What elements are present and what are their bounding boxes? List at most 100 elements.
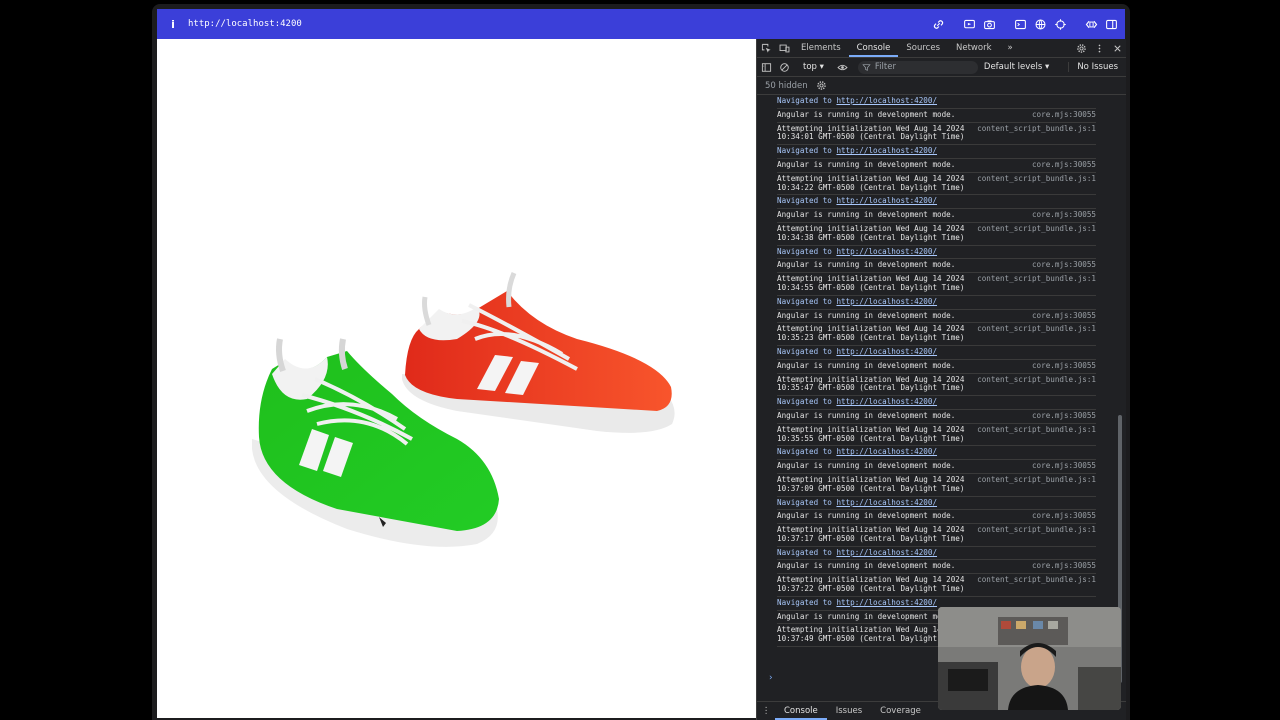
source-link[interactable]: core.mjs:30055 bbox=[1032, 411, 1096, 421]
console-scrollbar[interactable] bbox=[1118, 95, 1122, 684]
camera-icon[interactable] bbox=[980, 15, 999, 33]
webcam-overlay bbox=[938, 607, 1121, 710]
source-link[interactable]: content_script_bundle.js:1 bbox=[977, 475, 1096, 494]
message-text: Attempting initialization Wed Aug 14 202… bbox=[777, 173, 965, 192]
sidebar-toggle-icon[interactable] bbox=[757, 62, 775, 73]
settings-gear-icon[interactable] bbox=[1072, 39, 1090, 57]
close-icon[interactable] bbox=[1108, 39, 1126, 57]
nav-link[interactable]: http://localhost:4200/ bbox=[836, 598, 937, 607]
funnel-icon bbox=[862, 63, 871, 71]
source-link[interactable]: content_script_bundle.js:1 bbox=[977, 224, 1096, 243]
console-log-message: Angular is running in development mode. c… bbox=[777, 460, 1096, 474]
console-settings-gear-icon[interactable] bbox=[816, 80, 827, 91]
drawer-menu-icon[interactable]: ⋮ bbox=[757, 706, 775, 716]
console-log-message: Angular is running in development mode. c… bbox=[777, 360, 1096, 374]
log-levels-dropdown[interactable]: Default levels ▾ bbox=[984, 62, 1049, 72]
source-link[interactable]: content_script_bundle.js:1 bbox=[977, 124, 1096, 143]
drawer-tab-console[interactable]: Console bbox=[775, 702, 827, 720]
kebab-menu-icon[interactable] bbox=[1090, 39, 1108, 57]
console-log-message: Angular is running in development mode. c… bbox=[777, 159, 1096, 173]
nav-prefix: Navigated to bbox=[777, 196, 837, 206]
source-link[interactable]: core.mjs:30055 bbox=[1032, 261, 1096, 270]
more-tabs-button[interactable]: » bbox=[1000, 39, 1021, 57]
eye-icon[interactable] bbox=[834, 62, 852, 73]
console-log-message: Attempting initialization Wed Aug 14 202… bbox=[777, 574, 1096, 597]
nav-prefix: Navigated to bbox=[777, 547, 837, 557]
source-link[interactable]: content_script_bundle.js:1 bbox=[977, 575, 1096, 594]
crosshair-icon[interactable] bbox=[1051, 15, 1070, 33]
nav-link[interactable]: http://localhost:4200/ bbox=[836, 146, 937, 155]
console-nav-message: Navigated to http://localhost:4200/ bbox=[777, 145, 1096, 159]
source-link[interactable]: content_script_bundle.js:1 bbox=[977, 375, 1096, 394]
source-link[interactable]: core.mjs:30055 bbox=[1032, 311, 1096, 321]
inspect-element-icon[interactable] bbox=[757, 39, 775, 57]
message-text: Navigated to http://localhost:4200/ bbox=[777, 447, 1096, 457]
console-log-message: Angular is running in development mode. c… bbox=[777, 560, 1096, 575]
nav-prefix: Navigated to bbox=[777, 146, 837, 156]
red-shoe bbox=[402, 271, 675, 433]
sidebar-icon[interactable] bbox=[1102, 15, 1121, 33]
nav-link[interactable]: http://localhost:4200/ bbox=[836, 247, 937, 256]
drawer-tab-issues[interactable]: Issues bbox=[827, 702, 871, 720]
source-link[interactable]: core.mjs:30055 bbox=[1032, 160, 1096, 170]
message-text: Angular is running in development mode. bbox=[777, 410, 956, 420]
message-text: Angular is running in development mode. bbox=[777, 561, 956, 571]
device-toolbar-icon[interactable] bbox=[775, 39, 793, 57]
screen-record-icon[interactable] bbox=[960, 15, 979, 33]
source-link[interactable]: core.mjs:30055 bbox=[1032, 461, 1096, 471]
drawer-tab-coverage[interactable]: Coverage bbox=[871, 702, 930, 720]
info-icon[interactable]: i bbox=[160, 18, 186, 31]
source-link[interactable]: content_script_bundle.js:1 bbox=[977, 274, 1096, 293]
source-link[interactable]: content_script_bundle.js:1 bbox=[977, 174, 1096, 193]
window-icon[interactable] bbox=[1011, 15, 1030, 33]
filter-input[interactable]: Filter bbox=[857, 60, 978, 74]
tab-elements[interactable]: Elements bbox=[793, 39, 849, 57]
nav-link[interactable]: http://localhost:4200/ bbox=[836, 297, 937, 306]
message-text: Attempting initialization Wed Aug 14 202… bbox=[777, 525, 965, 543]
source-link[interactable]: content_script_bundle.js:1 bbox=[977, 325, 1096, 343]
nav-link[interactable]: http://localhost:4200/ bbox=[836, 397, 937, 406]
console-nav-message: Navigated to http://localhost:4200/ bbox=[777, 246, 1096, 260]
context-selector[interactable]: top ▾ bbox=[799, 62, 828, 72]
code-icon[interactable] bbox=[1082, 15, 1101, 33]
message-text: Angular is running in development mode. bbox=[777, 511, 956, 521]
message-text: Attempting initialization Wed Aug 14 202… bbox=[777, 374, 965, 393]
source-link[interactable]: content_script_bundle.js:1 bbox=[977, 525, 1096, 544]
link-icon[interactable] bbox=[929, 15, 948, 33]
url-text[interactable]: http://localhost:4200 bbox=[188, 19, 302, 29]
console-prompt[interactable]: › bbox=[769, 673, 773, 683]
message-text: Attempting initialization Wed Aug 14 202… bbox=[777, 324, 965, 343]
source-link[interactable]: core.mjs:30055 bbox=[1032, 361, 1096, 371]
nav-link[interactable]: http://localhost:4200/ bbox=[836, 96, 937, 105]
console-messages[interactable]: Navigated to http://localhost:4200/Angul… bbox=[757, 95, 1118, 684]
nav-link[interactable]: http://localhost:4200/ bbox=[836, 347, 937, 356]
nav-link[interactable]: http://localhost:4200/ bbox=[836, 196, 937, 205]
url-bar[interactable]: i http://localhost:4200 bbox=[157, 9, 1125, 39]
console-log-message: Angular is running in development mode. c… bbox=[777, 259, 1096, 274]
clear-console-icon[interactable] bbox=[775, 62, 793, 73]
issues-counter[interactable]: No Issues bbox=[1068, 62, 1126, 72]
source-link[interactable]: core.mjs:30055 bbox=[1032, 511, 1096, 521]
globe-icon[interactable] bbox=[1031, 15, 1050, 33]
source-link[interactable]: content_script_bundle.js:1 bbox=[977, 425, 1096, 444]
nav-link[interactable]: http://localhost:4200/ bbox=[836, 498, 937, 507]
nav-link[interactable]: http://localhost:4200/ bbox=[836, 548, 937, 557]
source-link[interactable]: core.mjs:30055 bbox=[1032, 210, 1096, 220]
console-log-message: Attempting initialization Wed Aug 14 202… bbox=[777, 424, 1096, 447]
console-log-message: Angular is running in development mode. c… bbox=[777, 510, 1096, 525]
message-text: Attempting initialization Wed Aug 14 202… bbox=[777, 274, 965, 292]
source-link[interactable]: core.mjs:30055 bbox=[1032, 562, 1096, 571]
console-log-message: Attempting initialization Wed Aug 14 202… bbox=[777, 323, 1096, 346]
tab-network[interactable]: Network bbox=[948, 39, 1000, 57]
message-text: Navigated to http://localhost:4200/ bbox=[777, 498, 1096, 508]
console-nav-message: Navigated to http://localhost:4200/ bbox=[777, 195, 1096, 210]
source-link[interactable]: core.mjs:30055 bbox=[1032, 110, 1096, 120]
nav-link[interactable]: http://localhost:4200/ bbox=[836, 447, 937, 456]
message-text: Attempting initialization Wed Aug 14 202… bbox=[777, 123, 965, 142]
sneakers-image bbox=[252, 271, 675, 547]
tab-sources[interactable]: Sources bbox=[898, 39, 948, 57]
nav-prefix: Navigated to bbox=[777, 96, 837, 105]
browser-toolbar bbox=[928, 15, 1121, 33]
nav-prefix: Navigated to bbox=[777, 346, 837, 356]
tab-console[interactable]: Console bbox=[848, 39, 899, 57]
